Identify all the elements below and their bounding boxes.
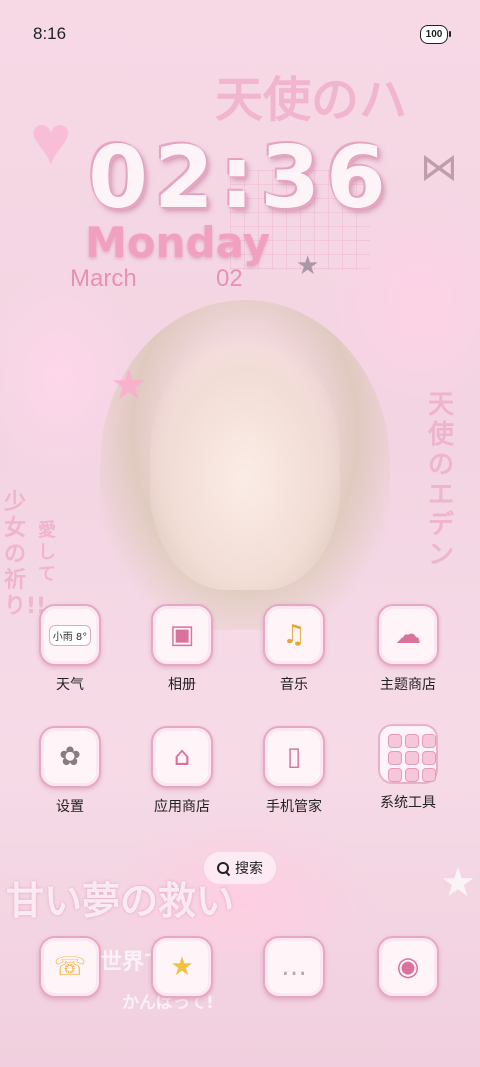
contacts-icon: ★ xyxy=(151,936,213,998)
app-phone-manager[interactable]: ▯ 手机管家 xyxy=(238,726,350,816)
app-app-store[interactable]: ⌂ 应用商店 xyxy=(126,726,238,816)
app-settings[interactable]: ✿ 设置 xyxy=(14,726,126,816)
app-gallery[interactable]: ▣ 相册 xyxy=(126,604,238,694)
app-label: 应用商店 xyxy=(154,798,210,814)
wallpaper-text-bottom: 甘い夢の救い xyxy=(6,879,235,923)
camera-icon: ◉ xyxy=(377,936,439,998)
battery-icon: 100 xyxy=(420,25,451,44)
dock-messages[interactable]: … xyxy=(238,936,350,998)
wallpaper-face xyxy=(150,340,340,590)
app-label: 相册 xyxy=(168,676,196,692)
theme-store-icon: ☁ xyxy=(377,604,439,666)
app-label: 手机管家 xyxy=(266,798,322,814)
messages-icon: … xyxy=(263,936,325,998)
dock-phone[interactable]: ☏ xyxy=(14,936,126,998)
search-icon xyxy=(217,862,229,874)
phone-icon: ☏ xyxy=(39,936,101,998)
search-button[interactable]: 搜索 xyxy=(204,852,276,884)
app-label: 音乐 xyxy=(280,676,308,692)
clock-time: 02:36 xyxy=(88,128,392,228)
gallery-icon: ▣ xyxy=(151,604,213,666)
settings-icon: ✿ xyxy=(39,726,101,788)
dock-camera[interactable]: ◉ xyxy=(352,936,464,998)
app-label: 系统工具 xyxy=(380,794,436,810)
app-label: 主题商店 xyxy=(380,676,436,692)
status-time: 8:16 xyxy=(33,24,67,43)
app-weather[interactable]: 小雨 8° 天气 xyxy=(14,604,126,694)
app-theme-store[interactable]: ☁ 主题商店 xyxy=(352,604,464,694)
app-music[interactable]: ♫ 音乐 xyxy=(238,604,350,694)
app-store-icon: ⌂ xyxy=(151,726,213,788)
music-icon: ♫ xyxy=(263,604,325,666)
wallpaper-text-top: 天使のハ xyxy=(215,72,408,128)
star-icon: ★ xyxy=(110,361,148,408)
app-label: 设置 xyxy=(56,798,84,814)
system-tools-folder xyxy=(378,724,438,784)
star-icon: ★ xyxy=(440,861,476,905)
weather-badge: 小雨 8° xyxy=(48,624,92,646)
wallpaper-text-side-left: 少女の祈り!! xyxy=(4,490,47,619)
weather-icon: 小雨 8° xyxy=(39,604,101,666)
clock-date: 02 xyxy=(216,265,243,292)
star-icon: ★ xyxy=(296,250,320,280)
clock-month: March xyxy=(70,265,137,292)
folder-system-tools[interactable]: 系统工具 xyxy=(352,724,464,812)
clock-day: Monday xyxy=(85,218,271,267)
phone-manager-icon: ▯ xyxy=(263,726,325,788)
search-label: 搜索 xyxy=(235,860,263,876)
app-label: 天气 xyxy=(56,676,84,692)
wallpaper-text-love: 愛して xyxy=(38,520,56,585)
dock-contacts[interactable]: ★ xyxy=(126,936,238,998)
wallpaper-text-side-right: 天使のエデン xyxy=(428,390,455,570)
